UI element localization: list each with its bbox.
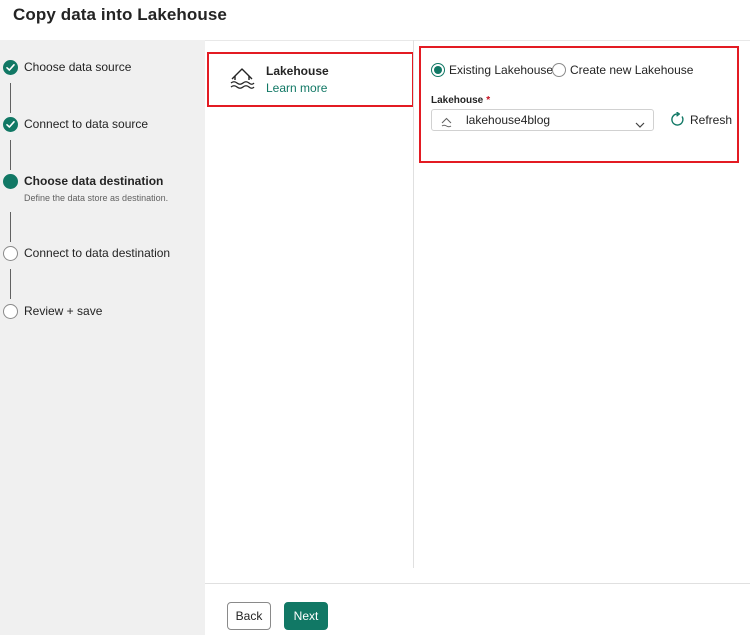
- step-description: Define the data store as destination.: [24, 193, 169, 203]
- refresh-icon: [670, 111, 685, 132]
- step-label: Choose data destination: [24, 174, 164, 188]
- required-marker: *: [486, 95, 491, 106]
- existing-lakehouse-radio[interactable]: [431, 63, 445, 77]
- check-icon: [3, 60, 18, 75]
- step-connect-data-destination[interactable]: Connect to data destination: [0, 246, 205, 266]
- pending-step-icon: [3, 304, 18, 319]
- lakehouse-select-value: lakehouse4blog: [466, 113, 551, 127]
- lakehouse-small-icon: [441, 115, 452, 133]
- lakehouse-icon: [229, 66, 255, 95]
- header-divider: [205, 40, 750, 41]
- step-choose-data-destination[interactable]: Choose data destination Define the data …: [0, 174, 205, 210]
- create-new-lakehouse-label[interactable]: Create new Lakehouse: [570, 63, 693, 77]
- next-button[interactable]: Next: [284, 602, 328, 630]
- chevron-down-icon: [635, 116, 645, 134]
- refresh-label: Refresh: [690, 113, 733, 127]
- existing-lakehouse-label[interactable]: Existing Lakehouse: [449, 63, 553, 77]
- footer-divider: [205, 583, 750, 584]
- dialog-title: Copy data into Lakehouse: [13, 5, 227, 24]
- step-connector: [10, 212, 11, 242]
- refresh-button[interactable]: Refresh: [668, 111, 733, 132]
- step-label: Connect to data destination: [24, 246, 171, 260]
- panel-divider: [413, 40, 414, 568]
- lakehouse-field-label: Lakehouse *: [431, 95, 491, 106]
- lakehouse-config-panel: Existing Lakehouse Create new Lakehouse …: [419, 46, 739, 163]
- step-choose-data-source[interactable]: Choose data source: [0, 60, 205, 80]
- step-review-save[interactable]: Review + save: [0, 304, 205, 324]
- step-label: Connect to data source: [24, 117, 149, 131]
- step-label: Choose data source: [24, 60, 132, 74]
- current-step-icon: [3, 174, 18, 189]
- step-label: Review + save: [24, 304, 103, 318]
- step-connector: [10, 83, 11, 113]
- learn-more-link[interactable]: Learn more: [266, 81, 327, 95]
- pending-step-icon: [3, 246, 18, 261]
- step-connector: [10, 269, 11, 299]
- back-button[interactable]: Back: [227, 602, 271, 630]
- wizard-sidebar: Choose data source Connect to data sourc…: [0, 40, 205, 635]
- create-new-lakehouse-radio[interactable]: [552, 63, 566, 77]
- step-connector: [10, 140, 11, 170]
- lakehouse-select[interactable]: lakehouse4blog: [431, 109, 654, 131]
- destination-name: Lakehouse: [266, 64, 329, 78]
- step-connect-data-source[interactable]: Connect to data source: [0, 117, 205, 137]
- check-icon: [3, 117, 18, 132]
- lakehouse-destination-card[interactable]: Lakehouse Learn more: [207, 52, 414, 107]
